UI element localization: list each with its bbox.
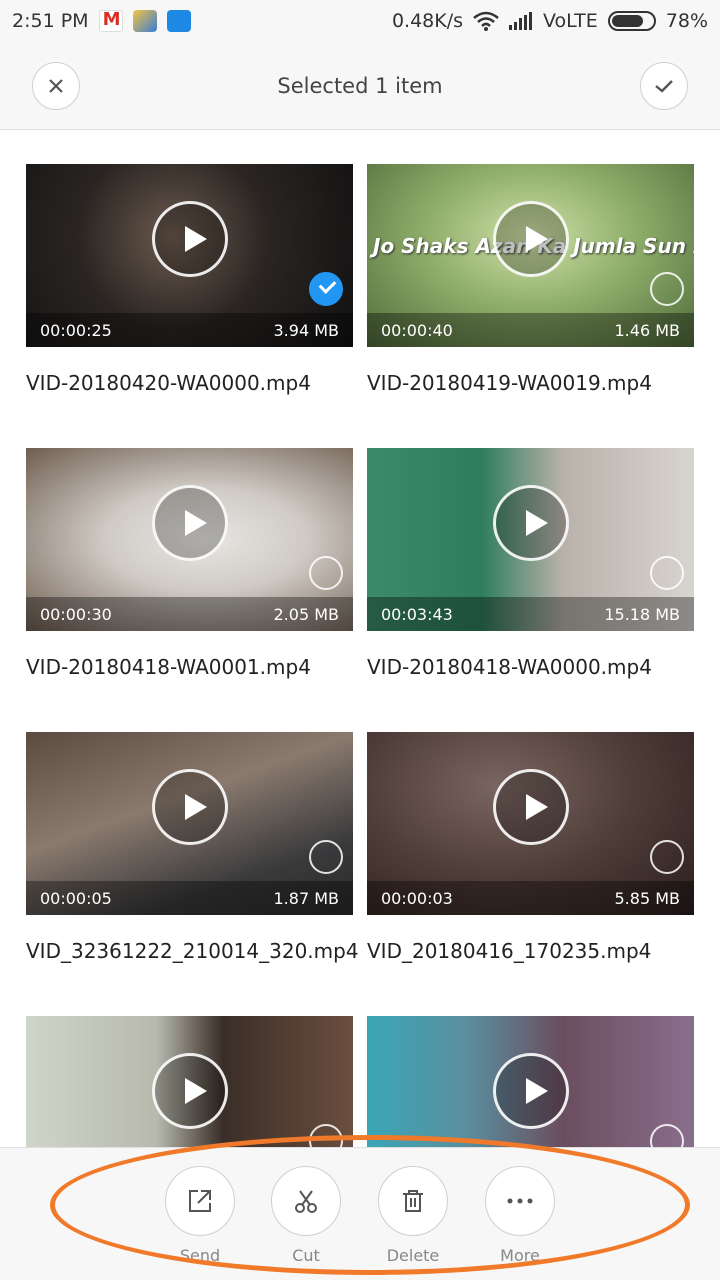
selection-checkbox[interactable]: [650, 556, 684, 590]
play-icon[interactable]: [492, 769, 569, 845]
share-icon: [189, 1190, 211, 1212]
selection-checkbox[interactable]: [650, 272, 684, 306]
selection-checkbox[interactable]: [650, 1124, 684, 1147]
video-thumbnail[interactable]: 00:00:05 1.87 MB: [26, 732, 353, 915]
signal-icon: [509, 12, 533, 30]
video-thumbnail[interactable]: Jo Shaks Azan Ka Jumla Sun Kr;; 00:00:40…: [367, 164, 694, 347]
status-bar: 2:51 PM 0.48K/s VoLTE 78%: [0, 0, 720, 42]
video-meta-bar: 00:00:40 1.46 MB: [367, 313, 694, 347]
video-tile[interactable]: 00:00:03 5.85 MB VID_20180416_170235.mp4: [367, 732, 694, 963]
more-dots-icon: [507, 1198, 533, 1204]
video-tile[interactable]: 00:00:05 1.87 MB VID_32361222_210014_320…: [26, 732, 359, 963]
confirm-selection-button[interactable]: [640, 62, 688, 110]
carrier-label: VoLTE: [543, 10, 598, 32]
video-size: 5.85 MB: [614, 888, 681, 908]
more-button[interactable]: More: [475, 1166, 565, 1265]
delete-label: Delete: [386, 1246, 440, 1265]
status-right: 0.48K/s VoLTE 78%: [392, 10, 708, 32]
selection-checkbox[interactable]: [309, 840, 343, 874]
video-filename: VID-20180420-WA0000.mp4: [26, 371, 311, 395]
video-tile[interactable]: Jo Shaks Azan Ka Jumla Sun Kr;; 00:00:40…: [367, 164, 694, 395]
cut-button-circle[interactable]: [271, 1166, 341, 1236]
network-speed: 0.48K/s: [391, 10, 464, 32]
delete-button-circle[interactable]: [378, 1166, 448, 1236]
video-size: 2.05 MB: [273, 604, 340, 624]
video-thumbnail[interactable]: 00:00:25 3.94 MB: [26, 164, 353, 347]
play-icon[interactable]: [151, 201, 228, 277]
video-filename: VID-20180418-WA0000.mp4: [367, 655, 652, 679]
send-button[interactable]: Send: [155, 1166, 245, 1265]
wifi-icon: [473, 11, 499, 31]
video-tile[interactable]: 00:00:25 3.94 MB VID-20180420-WA0000.mp4: [26, 164, 353, 395]
send-label: Send: [179, 1246, 221, 1265]
video-filename: VID-20180419-WA0019.mp4: [367, 371, 652, 395]
video-filename: VID_20180416_170235.mp4: [367, 939, 652, 963]
status-left: 2:51 PM: [12, 9, 191, 32]
action-bar: Send Cut Delete More: [0, 1147, 720, 1280]
video-duration: 00:00:25: [40, 320, 112, 340]
cancel-selection-button[interactable]: [32, 62, 80, 110]
video-filename: VID_32361222_210014_320.mp4: [26, 939, 359, 963]
video-thumbnail[interactable]: 00:00:30 2.05 MB: [26, 448, 353, 631]
send-button-circle[interactable]: [165, 1166, 235, 1236]
video-size: 15.18 MB: [604, 604, 680, 624]
video-thumbnail[interactable]: 00:00:03 5.85 MB: [367, 732, 694, 915]
play-icon[interactable]: [151, 485, 228, 561]
video-tile[interactable]: [367, 1016, 694, 1147]
cut-button[interactable]: Cut: [261, 1166, 351, 1265]
video-tile[interactable]: [26, 1016, 353, 1147]
close-icon: [49, 79, 63, 93]
video-meta-bar: 00:00:25 3.94 MB: [26, 313, 353, 347]
video-filename: VID-20180418-WA0001.mp4: [26, 655, 311, 679]
battery-fill: [611, 15, 643, 27]
file-manager-screen: 2:51 PM 0.48K/s VoLTE 78%: [0, 0, 720, 1280]
video-duration: 00:00:30: [40, 604, 112, 624]
video-thumbnail[interactable]: 00:03:43 15.18 MB: [367, 448, 694, 631]
video-duration: 00:00:05: [40, 888, 112, 908]
play-icon[interactable]: [492, 485, 569, 561]
page-title: Selected 1 item: [277, 73, 443, 98]
delete-button[interactable]: Delete: [368, 1166, 458, 1265]
video-size: 1.46 MB: [614, 320, 681, 340]
video-duration: 00:00:40: [381, 320, 453, 340]
play-icon[interactable]: [151, 769, 228, 845]
video-thumbnail[interactable]: [26, 1016, 353, 1147]
video-duration: 00:00:03: [381, 888, 453, 908]
video-meta-bar: 00:00:05 1.87 MB: [26, 881, 353, 915]
selection-checkbox[interactable]: [309, 556, 343, 590]
check-icon: [655, 80, 673, 93]
app-notification-icon: [166, 10, 191, 32]
battery-icon: [607, 11, 656, 31]
video-meta-bar: 00:00:30 2.05 MB: [26, 597, 353, 631]
video-thumbnail[interactable]: [367, 1016, 694, 1147]
selection-header: Selected 1 item: [0, 42, 720, 130]
video-tile[interactable]: 00:00:30 2.05 MB VID-20180418-WA0001.mp4: [26, 448, 353, 679]
video-meta-bar: 00:03:43 15.18 MB: [367, 597, 694, 631]
video-size: 1.87 MB: [273, 888, 340, 908]
video-tile[interactable]: 00:03:43 15.18 MB VID-20180418-WA0000.mp…: [367, 448, 694, 679]
video-meta-bar: 00:00:03 5.85 MB: [367, 881, 694, 915]
selection-checkbox[interactable]: [309, 272, 343, 306]
play-icon[interactable]: [492, 1053, 569, 1129]
play-icon[interactable]: [151, 1053, 228, 1129]
video-duration: 00:03:43: [381, 604, 453, 624]
selection-checkbox[interactable]: [650, 840, 684, 874]
more-button-circle[interactable]: [485, 1166, 555, 1236]
battery-percent: 78%: [665, 10, 708, 32]
gmail-icon: [98, 9, 123, 32]
game-app-icon: [132, 10, 157, 32]
selection-checkbox[interactable]: [309, 1124, 343, 1147]
cut-label: Cut: [292, 1246, 320, 1265]
video-size: 3.94 MB: [273, 320, 340, 340]
video-grid: 00:00:25 3.94 MB VID-20180420-WA0000.mp4…: [0, 130, 720, 1147]
play-icon[interactable]: [492, 201, 569, 277]
scissors-icon: [295, 1190, 317, 1213]
trash-icon: [403, 1190, 423, 1212]
clock: 2:51 PM: [12, 10, 89, 32]
more-label: More: [500, 1246, 540, 1265]
